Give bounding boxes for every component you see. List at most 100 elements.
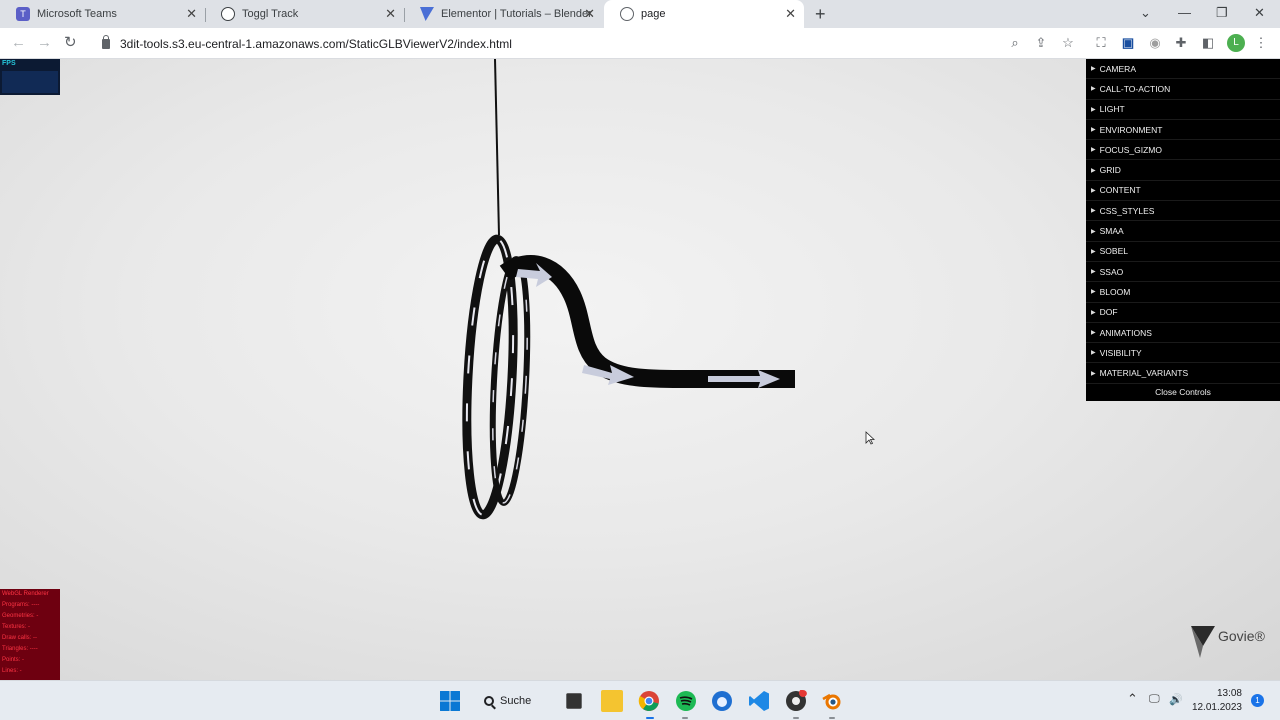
vscode-icon[interactable] [748,690,770,712]
tab-title: Microsoft Teams [37,8,117,20]
control-section-material-variants[interactable]: ▶ MATERIAL_VARIANTS [1086,363,1280,384]
close-tab-icon[interactable]: ✕ [785,7,796,21]
stats-line: Lines: - [2,668,22,674]
tab-strip: T Microsoft Teams ✕ Toggl Track ✕ Elemen… [0,0,1280,28]
control-label: DOF [1099,307,1118,318]
caret-right-icon: ▶ [1091,167,1096,174]
control-section-environment[interactable]: ▶ ENVIRONMENT [1086,120,1280,141]
close-tab-icon[interactable]: ✕ [186,7,197,21]
control-section-sobel[interactable]: ▶ SOBEL [1086,242,1280,262]
caret-right-icon: ▶ [1091,208,1096,215]
toggl-icon [221,7,235,21]
share-icon[interactable]: ⇪ [1033,35,1049,51]
model-ribbon [499,255,795,388]
control-section-light[interactable]: ▶ LIGHT [1086,100,1280,120]
screenshot-icon[interactable]: ⛶ [1093,35,1109,51]
zoom-icon[interactable]: ⌕ [1007,35,1023,51]
control-label: ANIMATIONS [1099,327,1152,338]
3d-model-arrow-path[interactable] [0,59,1086,680]
thunderbird-icon[interactable] [711,690,733,712]
file-explorer-icon[interactable] [601,690,623,712]
control-section-dof[interactable]: ▶ DOF [1086,303,1280,323]
bookmark-star-icon[interactable]: ☆ [1060,35,1076,51]
globe-icon [620,7,634,21]
tab-search-chevron-icon[interactable]: ⌄ [1140,4,1151,22]
caret-right-icon: ▶ [1091,289,1096,296]
control-label: CALL-TO-ACTION [1099,83,1171,94]
taskbar-search[interactable]: Suche [484,689,531,713]
control-label: LIGHT [1099,104,1125,115]
lock-icon[interactable] [102,34,110,49]
new-tab-icon[interactable]: + [815,4,826,24]
url-text: 3dit-tools.s3.eu-central-1.amazonaws.com… [120,36,512,51]
close-controls-button[interactable]: Close Controls [1086,383,1280,401]
extensions-puzzle-icon[interactable]: ✚ [1173,35,1189,51]
blender-icon[interactable] [821,690,843,712]
taskbar: Suche ⌃ 🖵 🔊 13:08 12.01.2023 1 [0,680,1280,720]
close-window-icon[interactable]: ✕ [1254,4,1265,22]
caret-right-icon: ▶ [1091,147,1096,154]
address-bar[interactable]: 3dit-tools.s3.eu-central-1.amazonaws.com… [92,32,992,55]
spotify-icon[interactable] [675,690,697,712]
fps-label: FPS [2,60,16,67]
caret-right-icon: ▶ [1091,228,1096,235]
reload-icon[interactable]: ↻ [64,34,77,52]
control-label: CONTENT [1099,185,1141,196]
tab-toggl-track[interactable]: Toggl Track ✕ [205,0,404,28]
extension-r-icon[interactable]: ▣ [1120,35,1136,51]
control-section-smaa[interactable]: ▶ SMAA [1086,221,1280,242]
caret-right-icon: ▶ [1091,86,1096,93]
browser-toolbar: ← → ↻ 3dit-tools.s3.eu-central-1.amazona… [0,28,1280,59]
control-section-bloom[interactable]: ▶ BLOOM [1086,282,1280,303]
control-section-animations[interactable]: ▶ ANIMATIONS [1086,323,1280,344]
stats-line: Textures: - [2,624,31,630]
profile-avatar[interactable]: L [1227,34,1245,52]
menu-kebab-icon[interactable]: ⋮ [1253,35,1269,51]
control-section-grid[interactable]: ▶ GRID [1086,160,1280,181]
control-section-visibility[interactable]: ▶ VISIBILITY [1086,343,1280,364]
extension-circle-icon[interactable]: ◉ [1147,35,1163,51]
restore-icon[interactable]: ❐ [1216,4,1228,22]
control-section-camera[interactable]: ▶ CAMERA [1086,59,1280,80]
close-tab-icon[interactable]: ✕ [584,7,595,21]
stats-line: Geometries: - [2,613,39,619]
minimize-icon[interactable]: — [1178,4,1191,22]
tab-title: page [641,8,666,20]
3d-viewport[interactable]: FPS WebGL Renderer Programs: ---- Geomet… [0,59,1280,680]
side-panel-icon[interactable]: ◧ [1200,35,1216,51]
teams-icon: T [16,7,30,21]
notification-badge[interactable]: 1 [1251,694,1264,707]
tray-chevron-icon[interactable]: ⌃ [1127,691,1138,707]
clock-date: 12.01.2023 [1191,702,1242,713]
forward-icon[interactable]: → [37,34,52,52]
taskbar-clock[interactable]: 13:08 12.01.2023 [1190,687,1242,715]
close-tab-icon[interactable]: ✕ [385,7,396,21]
tab-title: Toggl Track [242,8,299,20]
control-section-ssao[interactable]: ▶ SSAO [1086,262,1280,283]
stats-line: WebGL Renderer [2,591,49,597]
control-section-focus-gizmo[interactable]: ▶ FOCUS_GIZMO [1086,140,1280,161]
caret-right-icon: ▶ [1091,370,1096,377]
caret-right-icon: ▶ [1091,330,1096,336]
obs-icon[interactable] [785,690,807,712]
caret-right-icon: ▶ [1091,187,1096,194]
control-label: BLOOM [1099,286,1131,297]
chrome-icon[interactable] [638,690,660,712]
caret-right-icon: ▶ [1091,127,1096,134]
windows-start-icon[interactable] [439,690,461,712]
task-view-icon[interactable] [566,693,582,709]
tab-microsoft-teams[interactable]: T Microsoft Teams ✕ [0,0,205,28]
caret-right-icon: ▶ [1091,309,1096,316]
volume-icon[interactable]: 🔊 [1169,693,1183,706]
tab-elementor[interactable]: Elementor | Tutorials – Blender A ✕ [404,0,603,28]
control-label: MATERIAL_VARIANTS [1099,368,1189,379]
control-section-call-to-action[interactable]: ▶ CALL-TO-ACTION [1086,79,1280,100]
control-label: CAMERA [1099,63,1136,74]
tab-page[interactable]: page ✕ [604,0,804,28]
govie-logo-icon [1191,626,1215,658]
back-icon[interactable]: ← [11,34,26,52]
network-icon[interactable]: 🖵 [1149,693,1160,706]
control-label: GRID [1099,165,1121,176]
control-section-content[interactable]: ▶ CONTENT [1086,181,1280,202]
control-section-css-styles[interactable]: ▶ CSS_STYLES [1086,201,1280,222]
